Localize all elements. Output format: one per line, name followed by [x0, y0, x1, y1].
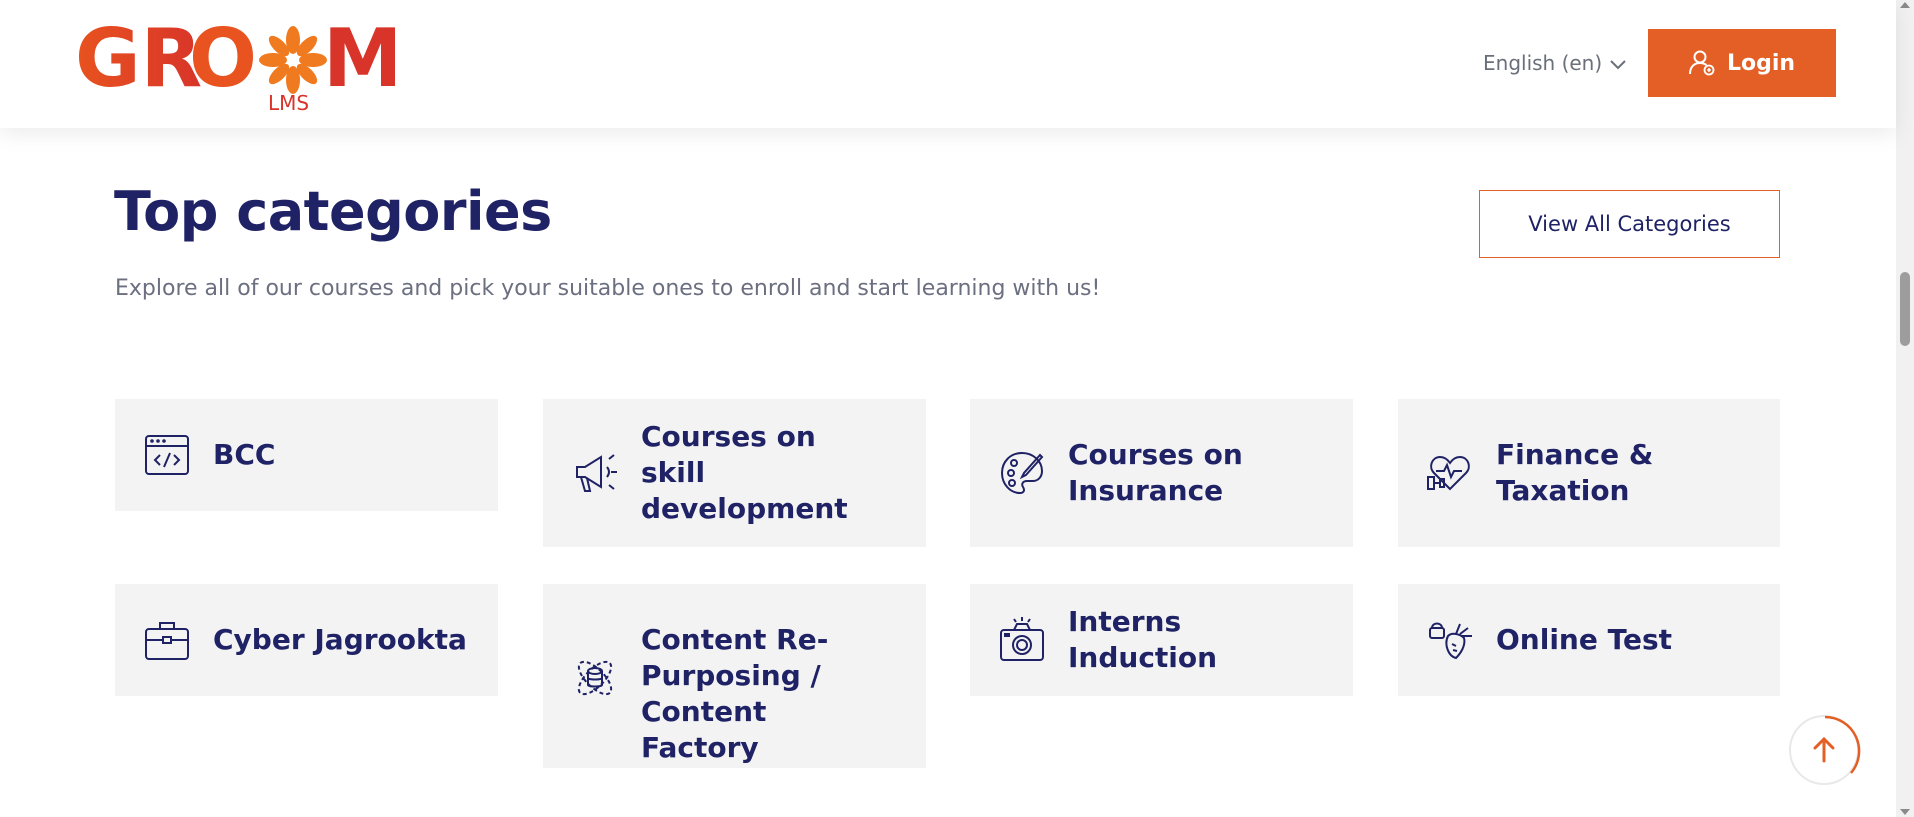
site-header: GR O M LMS English (en) Login	[0, 0, 1896, 128]
view-all-categories-button[interactable]: View All Categories	[1479, 190, 1780, 258]
megaphone-icon	[576, 454, 617, 492]
category-label: Courses on Insurance	[1068, 438, 1243, 507]
svg-text:GR: GR	[75, 14, 202, 105]
progress-ring-icon	[1824, 715, 1861, 774]
category-label: Interns Induction	[1068, 605, 1218, 674]
groom-lms-logo[interactable]: GR O M LMS	[75, 14, 395, 114]
category-label: Cyber Jagrookta	[213, 623, 467, 656]
login-label: Login	[1726, 50, 1796, 76]
category-card-content-repurposing[interactable]: Content Re-Purposing / Content Factory	[543, 584, 926, 768]
category-label: Content Re-Purposing / Content Factory	[641, 623, 829, 764]
svg-text:LMS: LMS	[268, 91, 309, 114]
page-title: Top categories	[114, 180, 552, 243]
fruit-basket-icon	[1429, 622, 1472, 660]
category-card-finance-taxation[interactable]: Finance & Taxation	[1398, 399, 1780, 547]
category-label: Finance & Taxation	[1496, 438, 1654, 507]
scroll-to-top-button[interactable]	[1789, 715, 1861, 785]
svg-text:O: O	[189, 14, 257, 105]
code-window-icon	[145, 435, 189, 475]
atom-database-icon	[577, 660, 613, 696]
chevron-down-icon	[1610, 60, 1626, 70]
category-card-bcc[interactable]: BCC	[115, 399, 498, 511]
category-label: Courses on skill development	[641, 420, 848, 525]
camera-icon	[1000, 617, 1044, 661]
category-card-cyber-jagrookta[interactable]: Cyber Jagrookta	[115, 584, 498, 696]
category-card-online-test[interactable]: Online Test	[1398, 584, 1780, 696]
scroll-down-arrow-icon[interactable]	[1900, 809, 1910, 815]
login-button[interactable]: Login	[1648, 29, 1836, 97]
scrollbar-thumb[interactable]	[1900, 272, 1910, 346]
category-label: Online Test	[1496, 623, 1673, 656]
language-label: English (en)	[1483, 51, 1603, 75]
briefcase-icon	[145, 622, 189, 660]
category-card-skill-development[interactable]: Courses on skill development	[543, 399, 926, 547]
palette-icon	[1000, 451, 1044, 495]
scroll-up-arrow-icon[interactable]	[1900, 2, 1910, 8]
section-subtitle: Explore all of our courses and pick your…	[115, 276, 1101, 301]
category-card-interns-induction[interactable]: Interns Induction	[970, 584, 1353, 696]
page-scrollbar[interactable]	[1896, 0, 1914, 817]
heart-dumbbell-icon	[1427, 455, 1470, 491]
category-label: BCC	[213, 438, 276, 471]
category-card-insurance[interactable]: Courses on Insurance	[970, 399, 1353, 547]
language-selector[interactable]: English (en)	[1483, 48, 1626, 78]
user-icon	[1688, 50, 1715, 76]
svg-text:M: M	[323, 14, 395, 105]
